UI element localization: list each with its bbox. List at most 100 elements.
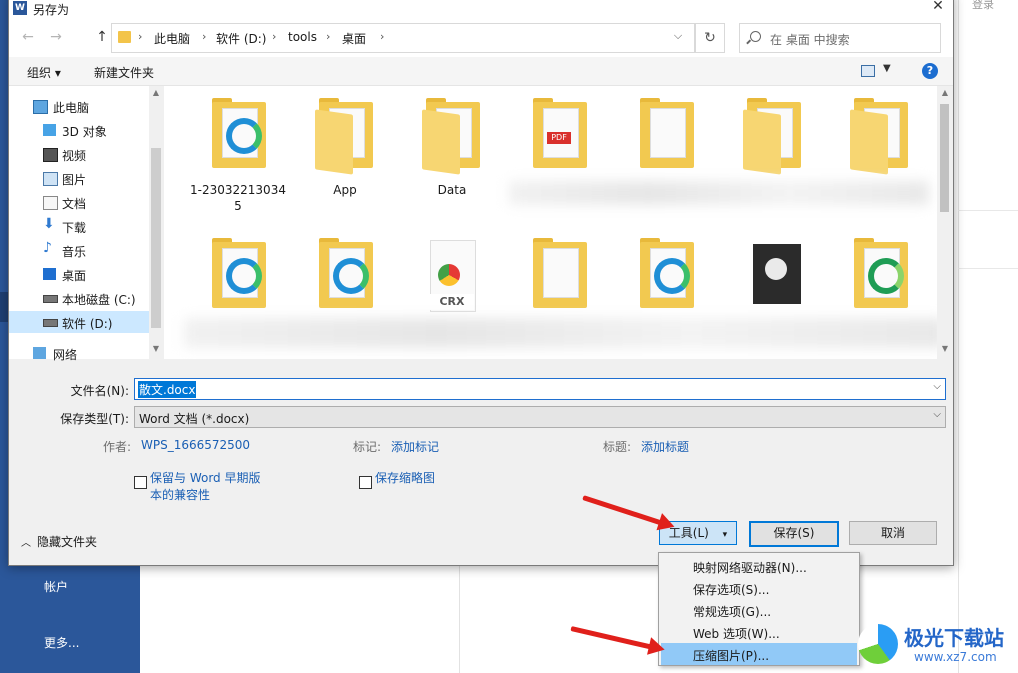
thumbnail-checkbox[interactable] xyxy=(359,476,372,489)
save-button[interactable]: 保存(S) xyxy=(749,521,839,547)
thumbnail-label[interactable]: 保存缩略图 xyxy=(375,470,435,487)
nav-item-documents[interactable]: 文档 xyxy=(9,191,149,213)
nav-item-label: 音乐 xyxy=(62,245,87,259)
document-icon xyxy=(43,196,58,210)
save-as-dialog: W 另存为 ✕ ← → ↑ › 此电脑 › 软件 (D:) › tools › … xyxy=(8,0,954,566)
sidebar-active-marker xyxy=(0,292,8,322)
menu-item-compress-pictures[interactable]: 压缩图片(P)... xyxy=(661,643,857,665)
tools-button-label: 工具(L) xyxy=(668,526,709,540)
compat-checkbox[interactable] xyxy=(134,476,147,489)
blurred-labels xyxy=(509,181,929,205)
chevron-down-icon: ⌵ xyxy=(933,409,941,420)
search-input[interactable]: 在 桌面 中搜索 xyxy=(739,23,941,53)
filetype-label: 保存类型(T): xyxy=(60,412,129,426)
cube-icon xyxy=(43,124,56,136)
chevron-down-icon[interactable]: ⌵ xyxy=(933,381,941,392)
chevron-down-icon: ▾ xyxy=(722,530,728,540)
scrollbar-thumb[interactable] xyxy=(151,148,161,328)
organize-button[interactable]: 组织 ▾ xyxy=(27,64,61,81)
chevron-down-icon[interactable]: ▼ xyxy=(883,63,891,74)
navigation-pane: 此电脑 3D 对象 视频 图片 文档 ⬇ 下载 ♪ 音乐 桌面 本地磁盘 (C:… xyxy=(9,86,163,362)
nav-item-music[interactable]: ♪ 音乐 xyxy=(9,239,149,261)
watermark-logo-icon xyxy=(858,624,898,664)
nav-item-downloads[interactable]: ⬇ 下载 xyxy=(9,215,149,237)
hide-folders-label: 隐藏文件夹 xyxy=(37,535,98,549)
menu-item-map-network-drive[interactable]: 映射网络驱动器(N)... xyxy=(661,555,857,577)
cancel-button[interactable]: 取消 xyxy=(849,521,937,545)
back-arrow-icon[interactable]: ← xyxy=(19,28,37,46)
nav-item-drive-d[interactable]: 软件 (D:) xyxy=(9,311,149,333)
file-item[interactable]: Data xyxy=(402,92,502,212)
nav-item-3d-objects[interactable]: 3D 对象 xyxy=(9,119,149,141)
view-icon[interactable] xyxy=(861,65,875,77)
sidebar-item-more[interactable]: 更多... xyxy=(44,634,79,651)
scroll-up-icon[interactable]: ▲ xyxy=(151,88,161,97)
nav-item-label: 下载 xyxy=(62,221,87,235)
nav-item-drive-c[interactable]: 本地磁盘 (C:) xyxy=(9,287,149,309)
hide-folders-toggle[interactable]: ︿ 隐藏文件夹 xyxy=(21,533,97,550)
picture-icon xyxy=(43,172,58,186)
close-button[interactable]: ✕ xyxy=(927,0,949,15)
scroll-up-icon[interactable]: ▲ xyxy=(940,88,950,97)
crx-file-icon: CRX xyxy=(430,294,474,310)
forward-arrow-icon[interactable]: → xyxy=(47,28,65,46)
breadcrumb-desktop[interactable]: 桌面 xyxy=(342,30,366,47)
breadcrumb-tools[interactable]: tools xyxy=(288,30,317,44)
menu-item-save-options[interactable]: 保存选项(S)... xyxy=(661,577,857,599)
nav-item-label: 图片 xyxy=(62,173,87,187)
breadcrumb-this-pc[interactable]: 此电脑 xyxy=(154,30,190,47)
nav-item-label: 3D 对象 xyxy=(62,125,107,139)
nav-item-label: 网络 xyxy=(53,348,78,362)
divider xyxy=(958,0,959,673)
file-item[interactable]: App xyxy=(295,92,395,212)
filename-input[interactable]: 散文.docx ⌵ xyxy=(134,378,946,400)
title-field[interactable]: 添加标题 xyxy=(641,438,689,455)
breadcrumb-drive-d[interactable]: 软件 (D:) xyxy=(216,30,266,47)
dialog-toolbar: 组织 ▾ 新建文件夹 ▼ ? xyxy=(9,57,953,86)
divider xyxy=(958,268,1018,269)
nav-item-this-pc[interactable]: 此电脑 xyxy=(9,95,149,117)
divider xyxy=(459,565,460,673)
refresh-button[interactable]: ↻ xyxy=(695,23,725,53)
tags-field[interactable]: 添加标记 xyxy=(391,438,439,455)
nav-item-label: 本地磁盘 (C:) xyxy=(62,293,136,307)
scroll-down-icon[interactable]: ▼ xyxy=(151,344,161,353)
app-icon xyxy=(868,258,904,294)
compat-label[interactable]: 保留与 Word 早期版 本的兼容性 xyxy=(150,470,260,504)
files-scrollbar[interactable]: ▲ ▼ xyxy=(937,86,952,359)
address-bar[interactable]: › 此电脑 › 软件 (D:) › tools › 桌面 › ⌵ xyxy=(111,23,695,53)
scroll-down-icon[interactable]: ▼ xyxy=(940,344,950,353)
sidebar-item-account[interactable]: 帐户 xyxy=(44,578,68,595)
new-folder-button[interactable]: 新建文件夹 xyxy=(94,64,154,81)
network-icon xyxy=(33,347,46,359)
blurred-labels xyxy=(184,318,937,348)
help-icon[interactable]: ? xyxy=(922,63,938,79)
signin-link[interactable]: 登录 xyxy=(972,0,994,12)
edge-icon xyxy=(333,258,369,294)
nav-item-videos[interactable]: 视频 xyxy=(9,143,149,165)
tags-label: 标记: xyxy=(353,440,382,454)
nav-item-desktop[interactable]: 桌面 xyxy=(9,263,149,285)
nav-item-label: 视频 xyxy=(62,149,87,163)
filetype-select[interactable]: Word 文档 (*.docx) ⌵ xyxy=(134,406,946,428)
search-icon xyxy=(750,31,761,42)
nav-item-label: 文档 xyxy=(62,197,87,211)
nav-item-network[interactable]: 网络 xyxy=(9,342,149,364)
nav-scrollbar[interactable]: ▲ ▼ xyxy=(149,86,163,359)
filename-value: 散文.docx xyxy=(138,381,197,398)
chevron-down-icon[interactable]: ⌵ xyxy=(670,29,686,43)
menu-item-general-options[interactable]: 常规选项(G)... xyxy=(661,599,857,621)
up-arrow-icon[interactable]: ↑ xyxy=(93,28,111,46)
menu-item-web-options[interactable]: Web 选项(W)... xyxy=(661,621,857,643)
tools-menu: 映射网络驱动器(N)... 保存选项(S)... 常规选项(G)... Web … xyxy=(658,552,860,666)
download-icon: ⬇ xyxy=(43,216,55,232)
file-item[interactable]: 1-23032213034 5 xyxy=(188,92,288,213)
video-icon xyxy=(43,148,58,162)
drive-icon xyxy=(43,319,58,327)
folder-icon xyxy=(422,109,460,175)
watermark-title: 极光下载站 xyxy=(904,626,1004,650)
author-field[interactable]: WPS_1666572500 xyxy=(141,438,250,452)
pdf-icon: PDF xyxy=(547,132,571,144)
scrollbar-thumb[interactable] xyxy=(940,104,949,212)
nav-item-pictures[interactable]: 图片 xyxy=(9,167,149,189)
